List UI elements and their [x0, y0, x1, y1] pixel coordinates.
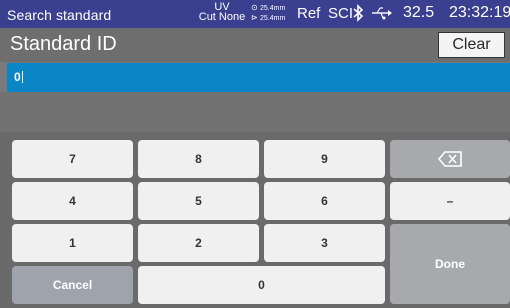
- temperature-readout: 32.5: [403, 4, 435, 21]
- ref-indicator: Ref: [297, 5, 321, 22]
- key-7[interactable]: 7: [12, 140, 133, 178]
- laser-bottom-value: 25.4mm: [260, 15, 286, 22]
- target-icon: ⊙: [251, 3, 258, 12]
- laser-indicator: ⊙ 25.4mm ⊳ 25.4mm: [251, 3, 285, 23]
- key-0[interactable]: 0: [138, 266, 385, 304]
- usb-icon: [370, 4, 392, 27]
- spacer-area: [0, 92, 510, 132]
- cut-label: Cut None: [198, 11, 246, 23]
- screen-title: Search standard: [7, 7, 112, 23]
- input-value: 0: [14, 70, 21, 84]
- backspace-icon: [437, 151, 462, 167]
- minus-key[interactable]: –: [390, 182, 510, 220]
- key-2[interactable]: 2: [138, 224, 259, 262]
- uv-cut-indicator: UV Cut None: [197, 2, 247, 23]
- key-9[interactable]: 9: [264, 140, 385, 178]
- status-bar: Search standard UV Cut None ⊙ 25.4mm ⊳ 25.…: [0, 0, 510, 28]
- sci-indicator: SCI: [328, 5, 354, 22]
- standard-id-input[interactable]: 0: [7, 63, 510, 92]
- key-1[interactable]: 1: [12, 224, 133, 262]
- clear-button[interactable]: Clear: [438, 32, 505, 58]
- key-4[interactable]: 4: [12, 182, 133, 220]
- key-3[interactable]: 3: [264, 224, 385, 262]
- cancel-button[interactable]: Cancel: [12, 266, 133, 304]
- clock: 23:32:19: [449, 4, 510, 21]
- beam-icon: ⊳: [251, 13, 258, 22]
- bluetooth-icon: [352, 4, 364, 27]
- backspace-button[interactable]: [390, 140, 510, 178]
- numeric-keypad: 7 8 9 4 5 6 – 1 2 3 Done Cancel 0: [0, 132, 510, 308]
- header-bar: Standard ID Clear: [0, 28, 510, 62]
- key-8[interactable]: 8: [138, 140, 259, 178]
- page-title: Standard ID: [10, 33, 117, 55]
- done-button[interactable]: Done: [390, 224, 510, 304]
- key-6[interactable]: 6: [264, 182, 385, 220]
- key-5[interactable]: 5: [138, 182, 259, 220]
- laser-top-value: 25.4mm: [260, 5, 286, 12]
- text-cursor: [22, 71, 23, 83]
